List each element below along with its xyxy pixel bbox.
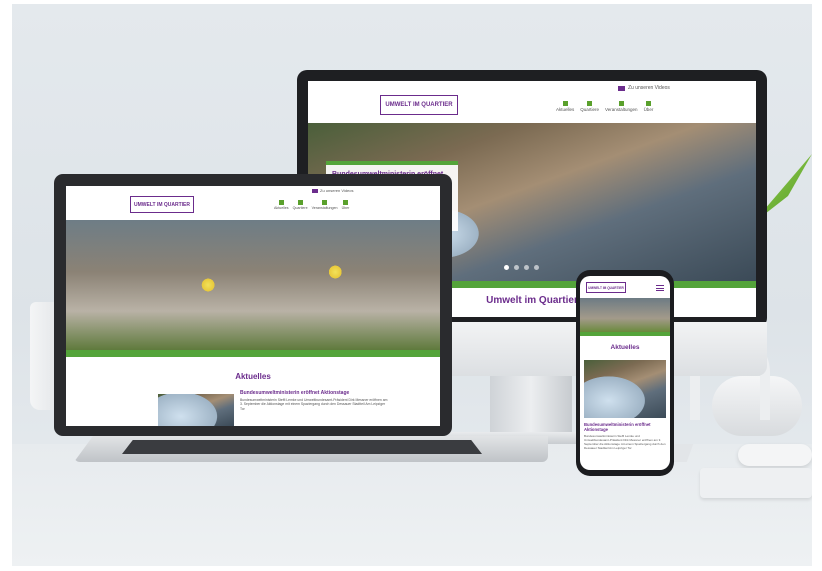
video-icon: [618, 85, 625, 91]
device-mockup-scene: Zu unseren Videos UMWELT IM QUARTIER Akt…: [12, 4, 812, 566]
carousel-dot[interactable]: [534, 265, 539, 270]
info-icon: [645, 101, 651, 106]
carousel-dots: [504, 265, 539, 270]
nav-item-ueber[interactable]: Über: [342, 200, 349, 210]
news-icon: [278, 200, 284, 205]
video-link[interactable]: Zu unseren Videos: [618, 85, 670, 91]
phone-site-logo[interactable]: UMWELT IM QUARTIER: [586, 282, 626, 293]
nav-item-aktuelles[interactable]: Aktuelles: [274, 200, 289, 210]
laptop-green-divider: [66, 350, 440, 357]
phone-green-divider: [580, 332, 670, 336]
phone-screen: UMWELT IM QUARTIER Aktuelles Bundesumwel…: [580, 276, 670, 470]
laptop-screen: Zu unseren Videos UMWELT IM QUARTIER Akt…: [66, 186, 440, 426]
nav-item-ueber[interactable]: Über: [644, 101, 653, 112]
site-logo[interactable]: UMWELT IM QUARTIER: [380, 95, 458, 115]
buildings-icon: [297, 200, 303, 205]
laptop-site-logo[interactable]: UMWELT IM QUARTIER: [130, 196, 194, 213]
desk-surface: [12, 444, 812, 566]
carousel-dot[interactable]: [514, 265, 519, 270]
laptop-video-link[interactable]: Zu unseren Videos: [312, 188, 354, 193]
menu-icon[interactable]: [656, 285, 664, 291]
phone-article-text: Bundesumweltministerin Steffi Lemke und …: [584, 434, 666, 450]
keyboard: [700, 468, 812, 498]
news-icon: [562, 101, 568, 106]
buildings-icon: [587, 101, 593, 106]
monitor-stand-neck: [490, 374, 572, 436]
phone-hero-photo: [580, 298, 670, 332]
calendar-icon: [322, 200, 328, 205]
article-title[interactable]: Bundesumweltministerin eröffnet Aktionst…: [240, 390, 400, 396]
nav-item-veranstaltungen[interactable]: Veranstaltungen: [605, 101, 638, 112]
carousel-dot[interactable]: [524, 265, 529, 270]
phone-article-title[interactable]: Bundesumweltministerin eröffnet Aktionst…: [584, 422, 666, 432]
calendar-icon: [618, 101, 624, 106]
carousel-dot[interactable]: [504, 265, 509, 270]
nav-item-quartiere[interactable]: Quartiere: [293, 200, 308, 210]
info-icon: [342, 200, 348, 205]
monitor-site-header: Zu unseren Videos UMWELT IM QUARTIER Akt…: [308, 81, 756, 123]
phone-section-heading: Aktuelles: [610, 344, 640, 351]
article-text: Bundesumweltministerin Steffi Lemke und …: [240, 398, 388, 411]
article-thumbnail[interactable]: [158, 394, 234, 426]
nav-item-veranstaltungen[interactable]: Veranstaltungen: [312, 200, 338, 210]
video-icon: [312, 188, 318, 193]
laptop-site-nav: Aktuelles Quartiere Veranstaltungen Über: [274, 200, 349, 210]
laptop-keyboard: [122, 440, 482, 454]
section-heading: Aktuelles: [235, 372, 271, 381]
nav-item-quartiere[interactable]: Quartiere: [580, 101, 599, 112]
mouse: [738, 444, 812, 466]
site-nav: Aktuelles Quartiere Veranstaltungen Über: [556, 101, 653, 112]
nav-item-aktuelles[interactable]: Aktuelles: [556, 101, 574, 112]
phone-article-image[interactable]: [584, 360, 666, 418]
laptop-hero-photo: [66, 220, 440, 350]
